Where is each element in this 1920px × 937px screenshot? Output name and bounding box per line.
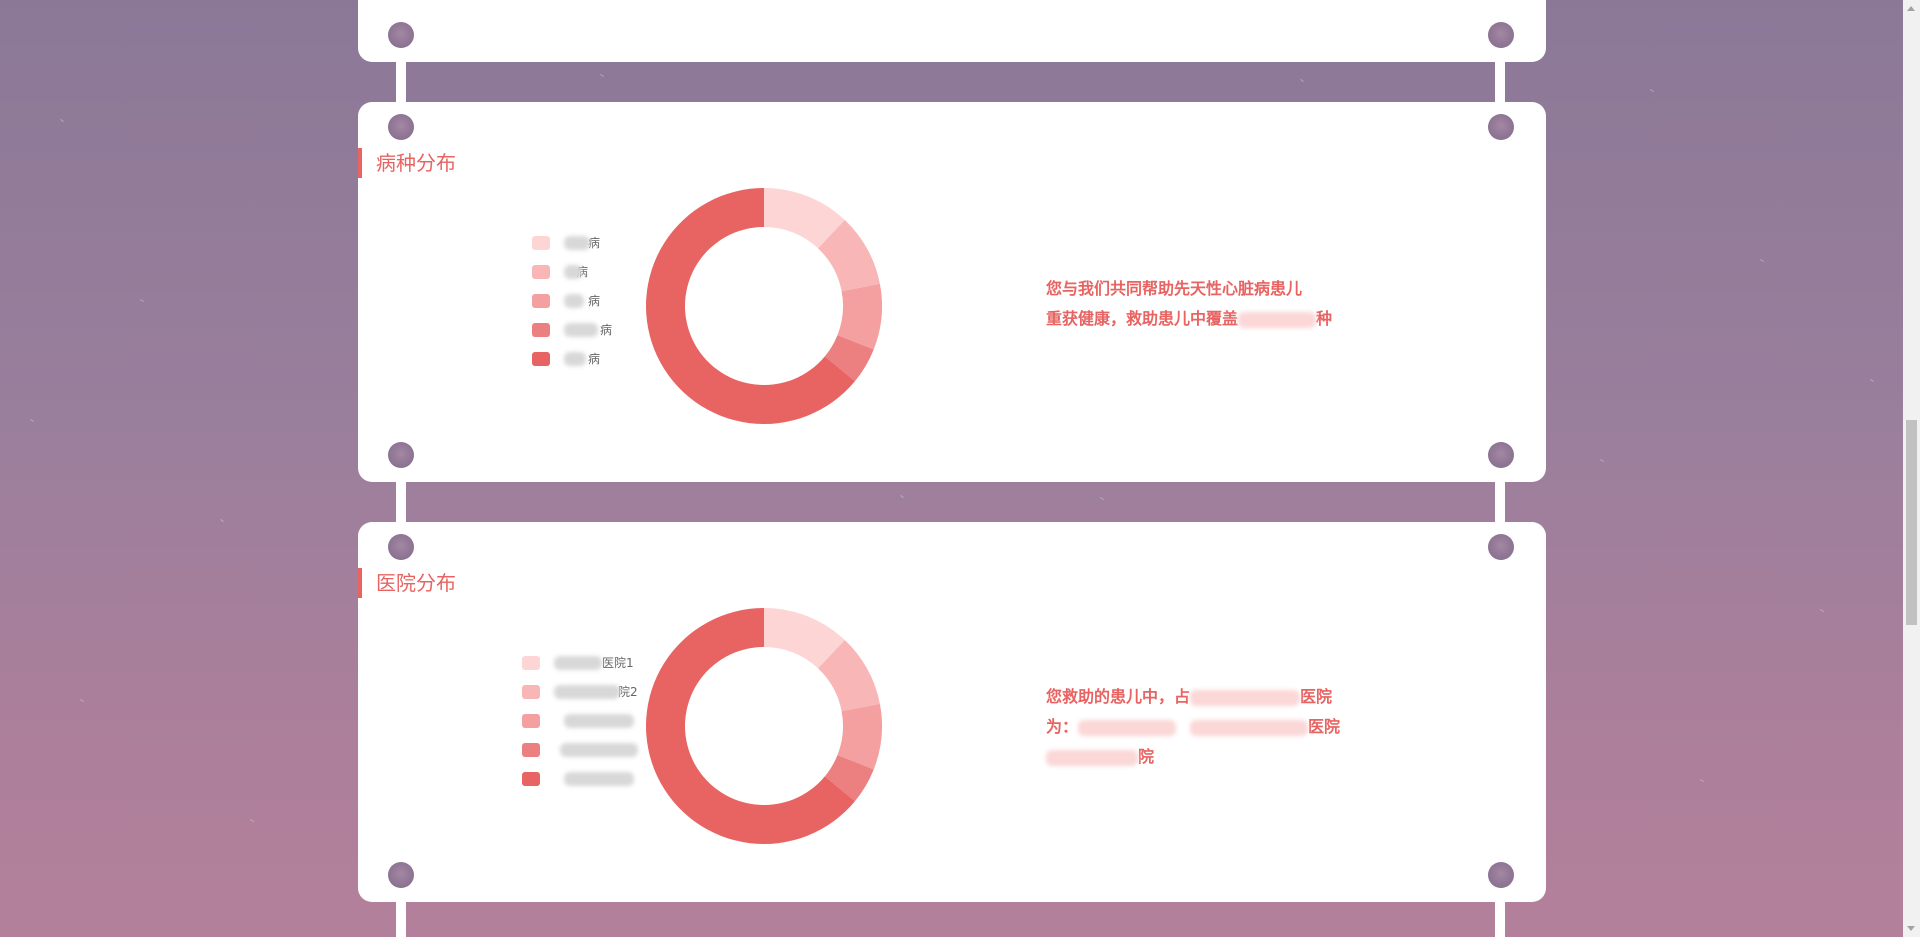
- disease-donut-chart: [646, 188, 882, 424]
- legend-item[interactable]: [522, 706, 638, 735]
- legend-item[interactable]: 院2: [522, 677, 638, 706]
- legend-item[interactable]: 病: [532, 344, 612, 373]
- section-title: 医院分布: [358, 568, 456, 598]
- legend-item[interactable]: [522, 735, 638, 764]
- redacted-mask: [1046, 749, 1138, 766]
- legend-swatch: [532, 235, 550, 250]
- legend-label: 医院1: [602, 656, 634, 670]
- hospital-donut-chart: [646, 608, 882, 844]
- description-line: 您与我们共同帮助先天性心脏病患儿: [1046, 279, 1303, 298]
- redacted-mask: [1078, 719, 1177, 736]
- scroll-up-icon[interactable]: [1907, 6, 1915, 11]
- hospital-distribution-card: 医院分布 医院1 院2 您救助的患儿中，占 医院 为： 医院 院: [358, 522, 1546, 902]
- card-hole: [1488, 534, 1514, 560]
- redacted-mask: [564, 352, 586, 366]
- redacted-mask: [1190, 689, 1301, 706]
- card-hole: [388, 22, 414, 48]
- disease-description: 您与我们共同帮助先天性心脏病患儿 重获健康，救助患儿中覆盖种: [1046, 274, 1332, 334]
- legend-label: 院2: [618, 685, 638, 699]
- legend-label: 病: [588, 352, 601, 366]
- scroll-thumb[interactable]: [1906, 420, 1917, 625]
- card-hole: [388, 114, 414, 140]
- legend-swatch: [522, 684, 540, 699]
- redacted-mask: [564, 236, 590, 250]
- redacted-mask: [564, 265, 582, 279]
- redacted-mask: [564, 714, 634, 728]
- card-hole: [388, 534, 414, 560]
- redacted-mask: [1190, 719, 1309, 736]
- card-hole: [1488, 114, 1514, 140]
- scroll-down-icon[interactable]: [1907, 926, 1915, 931]
- page-scrollbar[interactable]: [1903, 0, 1920, 937]
- description-line: 您救助的患儿中，占 医院: [1046, 687, 1333, 706]
- legend-swatch: [522, 742, 540, 757]
- redacted-mask: [560, 743, 638, 757]
- legend-label: 病: [600, 323, 613, 337]
- legend-swatch: [522, 713, 540, 728]
- disease-distribution-card: 病种分布 病 病 病 病 病 您与我们共同帮助先天性心脏病患儿 重获健康，救助患…: [358, 102, 1546, 482]
- previous-card: [358, 0, 1546, 62]
- redacted-mask: [554, 685, 620, 699]
- redacted-mask: [554, 656, 602, 670]
- card-hole: [1488, 442, 1514, 468]
- legend-swatch: [532, 322, 550, 337]
- redacted-mask: [1238, 311, 1317, 328]
- card-hole: [388, 862, 414, 888]
- legend-swatch: [522, 655, 540, 670]
- description-line: 重获健康，救助患儿中覆盖种: [1046, 309, 1333, 328]
- hospital-description: 您救助的患儿中，占 医院 为： 医院 院: [1046, 682, 1340, 772]
- description-line: 院: [1046, 742, 1340, 772]
- card-hole: [1488, 862, 1514, 888]
- legend-item[interactable]: 病: [532, 315, 612, 344]
- card-hole: [388, 442, 414, 468]
- legend-swatch: [522, 771, 540, 786]
- card-hole: [1488, 22, 1514, 48]
- redacted-mask: [564, 294, 584, 308]
- legend-item[interactable]: 病: [532, 286, 612, 315]
- legend-label: 病: [588, 294, 601, 308]
- legend-item[interactable]: 病: [532, 228, 612, 257]
- legend-item[interactable]: 病: [532, 257, 612, 286]
- chart-legend: 医院1 院2: [522, 648, 638, 793]
- legend-item[interactable]: 医院1: [522, 648, 638, 677]
- legend-swatch: [532, 351, 550, 366]
- legend-item[interactable]: [522, 764, 638, 793]
- redacted-mask: [564, 323, 598, 337]
- section-title: 病种分布: [358, 148, 456, 178]
- description-line: 为： 医院: [1046, 717, 1341, 736]
- chart-legend: 病 病 病 病 病: [532, 228, 612, 373]
- redacted-mask: [564, 772, 634, 786]
- legend-swatch: [532, 293, 550, 308]
- legend-swatch: [532, 264, 550, 279]
